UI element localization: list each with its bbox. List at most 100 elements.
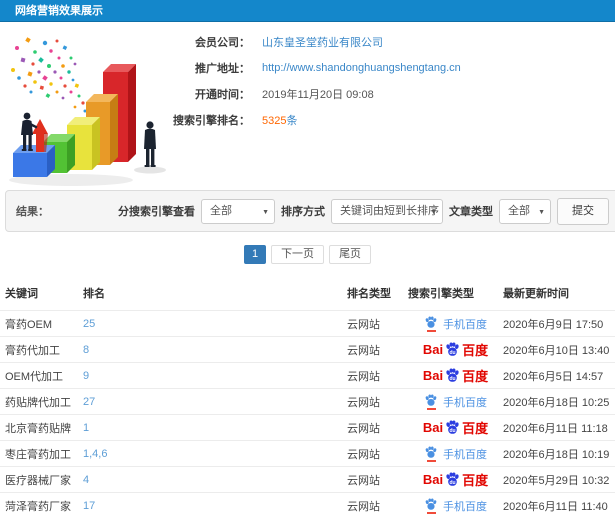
header-engine-type: 搜索引擎类型	[408, 288, 474, 300]
rank-type-cell: 云网站	[347, 492, 408, 519]
dropdown-caret-icon: ▼	[430, 208, 437, 216]
time-cell: 2020年6月18日 10:25	[503, 388, 615, 415]
sort-filter-select[interactable]: 关键词由短到长排序 ▼	[331, 198, 443, 224]
baidu-logo-cn: 百度	[462, 473, 489, 488]
baidu-paw-icon: du	[444, 368, 461, 387]
page-1-button[interactable]: 1	[243, 245, 267, 264]
time-cell: 2020年6月11日 11:18	[503, 414, 615, 441]
rank-cell: 27	[83, 388, 347, 415]
svg-text:du: du	[450, 428, 456, 434]
rank-link[interactable]: 27	[83, 396, 95, 408]
mobile-baidu-logo: 手机百度	[424, 316, 487, 332]
rank-cell: 25	[83, 310, 347, 337]
sort-filter-label: 排序方式	[281, 206, 325, 218]
baidu-logo-bai: Bai	[422, 342, 444, 357]
rank-type-cell: 云网站	[347, 388, 408, 415]
article-type-label: 文章类型	[449, 206, 493, 218]
baidu-paw-icon	[424, 394, 438, 410]
rank-cell: 9	[83, 362, 347, 389]
baidu-logo: Bai du 百度	[423, 470, 488, 489]
time-cell: 2020年5月29日 10:32	[503, 466, 615, 493]
engine-cell: 手机百度 Bai du 百度	[408, 492, 503, 519]
baidu-paw-icon: du	[444, 420, 461, 439]
rank-link[interactable]: 1,4,6	[83, 448, 107, 460]
baidu-logo-cn: 百度	[462, 421, 489, 436]
keyword-cell: 菏泽膏药厂家	[0, 492, 83, 519]
baidu-logo-bai: Bai	[422, 472, 444, 487]
promotion-url-link[interactable]: http://www.shandonghuangshengtang.cn	[262, 62, 461, 74]
engine-rank-label: 搜索引擎排名：	[173, 114, 250, 127]
rank-link[interactable]: 8	[83, 344, 89, 356]
engine-cell: 手机百度 Bai du 百度	[408, 336, 503, 363]
keyword-cell: 枣庄膏药加工	[0, 440, 83, 467]
keyword-cell: 膏药OEM	[0, 310, 83, 337]
sort-filter-value: 关键词由短到长排序	[340, 204, 439, 217]
header-rank-type: 排名类型	[347, 288, 391, 300]
keyword-cell: 膏药代加工	[0, 336, 83, 363]
time-cell: 2020年6月18日 10:19	[503, 440, 615, 467]
table-row: 药贴牌代加工 27 云网站 手机百度 Bai	[0, 388, 615, 415]
rank-type-cell: 云网站	[347, 440, 408, 467]
baidu-logo-cn: 百度	[462, 343, 489, 358]
rank-cell: 1,4,6	[83, 440, 347, 467]
mobile-baidu-label: 手机百度	[443, 396, 487, 409]
engine-cell: 手机百度 Bai du 百度	[408, 310, 503, 337]
page-title: 网络营销效果展示	[0, 0, 615, 22]
baidu-paw-icon	[424, 316, 438, 332]
filter-bar: 结果： 分搜索引擎查看 全部 ▼ 排序方式 关键词由短到长排序 ▼ 文章类型 全…	[5, 190, 615, 232]
mobile-baidu-label: 手机百度	[443, 500, 487, 513]
time-cell: 2020年6月5日 14:57	[503, 362, 615, 389]
engine-filter-value: 全部	[210, 204, 232, 217]
rank-link[interactable]: 25	[83, 318, 95, 330]
baidu-paw-icon: du	[444, 342, 461, 361]
engine-cell: 手机百度 Bai du 百度	[408, 466, 503, 493]
info-row-company: 会员公司： 山东皇圣堂药业有限公司	[150, 34, 615, 49]
rank-cell: 4	[83, 466, 347, 493]
red-underline-mark	[426, 329, 436, 332]
confetti-dots	[11, 37, 87, 113]
mobile-baidu-logo: 手机百度	[424, 498, 487, 514]
result-label: 结果：	[16, 206, 49, 218]
filter-group: 分搜索引擎查看 全部 ▼ 排序方式 关键词由短到长排序 ▼ 文章类型 全部 ▼ …	[118, 197, 609, 225]
baidu-paw-icon: du	[444, 472, 461, 491]
rank-type-cell: 云网站	[347, 466, 408, 493]
dropdown-caret-icon: ▼	[538, 208, 545, 216]
time-cell: 2020年6月11日 11:40	[503, 492, 615, 519]
last-page-button[interactable]: 尾页	[329, 245, 372, 264]
table-row: 菏泽膏药厂家 17 云网站 手机百度 Bai	[0, 492, 615, 519]
mobile-baidu-label: 手机百度	[443, 448, 487, 461]
table-row: 膏药代加工 8 云网站 手机百度 Bai	[0, 336, 615, 363]
baidu-logo-bai: Bai	[422, 420, 444, 435]
rank-link[interactable]: 1	[83, 422, 89, 434]
rank-cell: 8	[83, 336, 347, 363]
engine-filter-select[interactable]: 全部 ▼	[201, 198, 275, 224]
next-page-button[interactable]: 下一页	[271, 245, 325, 264]
engine-rank-value: 5325条	[262, 112, 297, 128]
table-row: 北京膏药贴牌 1 云网站 手机百度 Bai	[0, 414, 615, 441]
promotion-url-label: 推广地址：	[195, 62, 250, 75]
open-time-value: 2019年11月20日 09:08	[262, 88, 374, 101]
submit-button[interactable]: 提交	[557, 197, 609, 225]
rank-link[interactable]: 17	[83, 500, 95, 512]
engine-cell: 手机百度 Bai du 百度	[408, 440, 503, 467]
header-rank: 排名	[83, 288, 105, 300]
mobile-baidu-label: 手机百度	[443, 318, 487, 331]
rank-link[interactable]: 4	[83, 474, 89, 486]
keyword-cell: 药贴牌代加工	[0, 388, 83, 415]
info-row-open-time: 开通时间： 2019年11月20日 09:08	[150, 86, 615, 101]
article-type-select[interactable]: 全部 ▼	[499, 198, 551, 224]
rank-type-cell: 云网站	[347, 362, 408, 389]
pagination: 1 下一页 尾页	[0, 245, 615, 264]
bar-blue	[13, 145, 55, 177]
header-update-time: 最新更新时间	[503, 288, 569, 300]
keyword-ranking-table: 关键词 排名 排名类型 搜索引擎类型 最新更新时间 膏药OEM 25 云网站 手…	[0, 280, 615, 519]
rank-link[interactable]: 9	[83, 370, 89, 382]
rank-type-cell: 云网站	[347, 310, 408, 337]
baidu-logo: Bai du 百度	[423, 366, 488, 385]
table-row: 枣庄膏药加工 1,4,6 云网站 手机百度 Bai	[0, 440, 615, 467]
time-cell: 2020年6月10日 13:40	[503, 336, 615, 363]
rank-type-cell: 云网站	[347, 336, 408, 363]
svg-text:du: du	[450, 480, 456, 486]
open-time-label: 开通时间：	[195, 88, 250, 101]
company-link[interactable]: 山东皇圣堂药业有限公司	[262, 34, 383, 50]
